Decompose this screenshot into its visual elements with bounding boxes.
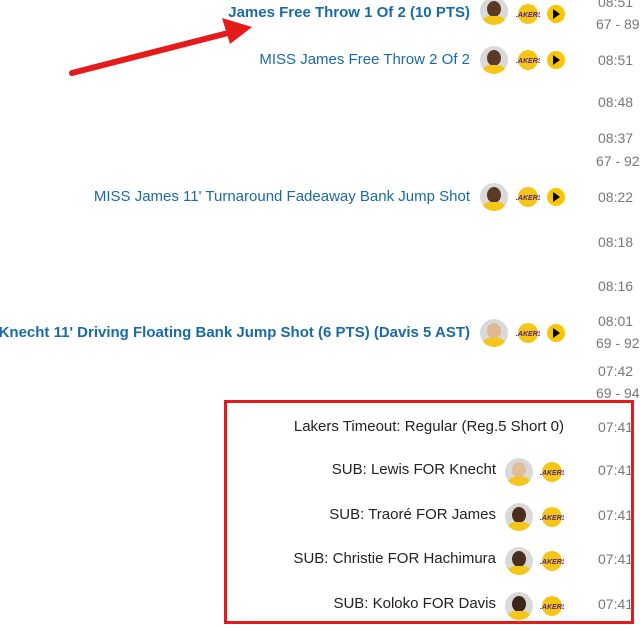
svg-text:LAKERS: LAKERS [540, 515, 564, 522]
play-by-play-row: 08:37 67 - 92 [0, 130, 640, 169]
svg-text:LAKERS: LAKERS [540, 604, 564, 611]
svg-text:LAKERS: LAKERS [540, 559, 564, 566]
event-score: 69 - 92 [596, 335, 640, 351]
event-score: 67 - 92 [596, 153, 640, 169]
play-by-play-row: MISS James Free Throw 2 Of 2 LAKERS 08:5… [0, 46, 640, 76]
play-icon[interactable] [547, 51, 565, 69]
play-by-play-row: SUB: Christie FOR Hachimura LAKERS 07:41 [0, 547, 640, 577]
player-avatar-icon [505, 458, 533, 486]
event-time: 08:48 [598, 94, 634, 110]
event-description: Lakers Timeout: Regular (Reg.5 Short 0) [293, 418, 564, 435]
event-score: 69 - 94 [596, 385, 640, 401]
event-time: 08:01 [598, 313, 634, 329]
svg-text:LAKERS: LAKERS [516, 195, 540, 202]
event-description-link[interactable]: Knecht 11' Driving Floating Bank Jump Sh… [0, 324, 470, 341]
event-time: 07:41 [598, 507, 634, 523]
play-by-play-row: 08:16 [0, 278, 640, 308]
svg-text:LAKERS: LAKERS [516, 12, 540, 19]
play-icon[interactable] [547, 5, 565, 23]
player-avatar-icon [480, 319, 508, 347]
play-by-play-row: 08:48 [0, 94, 640, 124]
event-time: 07:41 [598, 551, 634, 567]
play-by-play-row: 07:42 69 - 94 [0, 363, 640, 401]
event-description: SUB: Traoré FOR James [329, 506, 496, 523]
player-avatar-icon [480, 0, 508, 25]
svg-text:LAKERS: LAKERS [516, 58, 540, 65]
player-avatar-icon [480, 46, 508, 74]
player-avatar-icon [505, 592, 533, 620]
player-avatar-icon [505, 503, 533, 531]
event-time: 08:16 [598, 278, 634, 294]
lakers-logo-icon: LAKERS [516, 187, 540, 207]
event-time: 08:22 [598, 189, 634, 205]
event-description-link[interactable]: MISS James Free Throw 2 Of 2 [259, 51, 470, 68]
play-by-play-row: MISS James 11' Turnaround Fadeaway Bank … [0, 183, 640, 213]
player-avatar-icon [480, 183, 508, 211]
event-time: 08:18 [598, 234, 634, 250]
play-icon[interactable] [547, 324, 565, 342]
lakers-logo-icon: LAKERS [540, 596, 564, 616]
event-time: 07:42 [598, 363, 634, 379]
lakers-logo-icon: LAKERS [540, 462, 564, 482]
play-by-play-row: James Free Throw 1 Of 2 (10 PTS) LAKERS … [0, 0, 640, 32]
event-time: 08:51 [598, 0, 634, 10]
svg-text:LAKERS: LAKERS [540, 470, 564, 477]
lakers-logo-icon: LAKERS [516, 4, 540, 24]
play-by-play-row: Lakers Timeout: Regular (Reg.5 Short 0) … [0, 417, 640, 447]
play-by-play-row: Knecht 11' Driving Floating Bank Jump Sh… [0, 313, 640, 351]
event-description-link[interactable]: MISS James 11' Turnaround Fadeaway Bank … [94, 188, 470, 205]
svg-text:LAKERS: LAKERS [516, 331, 540, 338]
event-time: 07:41 [598, 462, 634, 478]
play-by-play-row: SUB: Traoré FOR James LAKERS 07:41 [0, 503, 640, 533]
lakers-logo-icon: LAKERS [516, 323, 540, 343]
event-description: SUB: Christie FOR Hachimura [293, 550, 496, 567]
event-time: 07:41 [598, 596, 634, 612]
event-time: 08:51 [598, 52, 634, 68]
play-by-play-row: SUB: Koloko FOR Davis LAKERS 07:41 [0, 592, 640, 622]
lakers-logo-icon: LAKERS [540, 507, 564, 527]
lakers-logo-icon: LAKERS [516, 50, 540, 70]
event-description: SUB: Koloko FOR Davis [333, 595, 496, 612]
play-icon[interactable] [547, 188, 565, 206]
event-description: SUB: Lewis FOR Knecht [331, 461, 496, 478]
event-time: 07:41 [598, 419, 634, 435]
event-score: 67 - 89 [596, 16, 640, 32]
play-by-play-row: 08:18 [0, 234, 640, 264]
player-avatar-icon [505, 547, 533, 575]
play-by-play-row: SUB: Lewis FOR Knecht LAKERS 07:41 [0, 458, 640, 488]
event-description-link[interactable]: James Free Throw 1 Of 2 (10 PTS) [228, 4, 470, 21]
lakers-logo-icon: LAKERS [540, 551, 564, 571]
event-time: 08:37 [598, 130, 634, 146]
